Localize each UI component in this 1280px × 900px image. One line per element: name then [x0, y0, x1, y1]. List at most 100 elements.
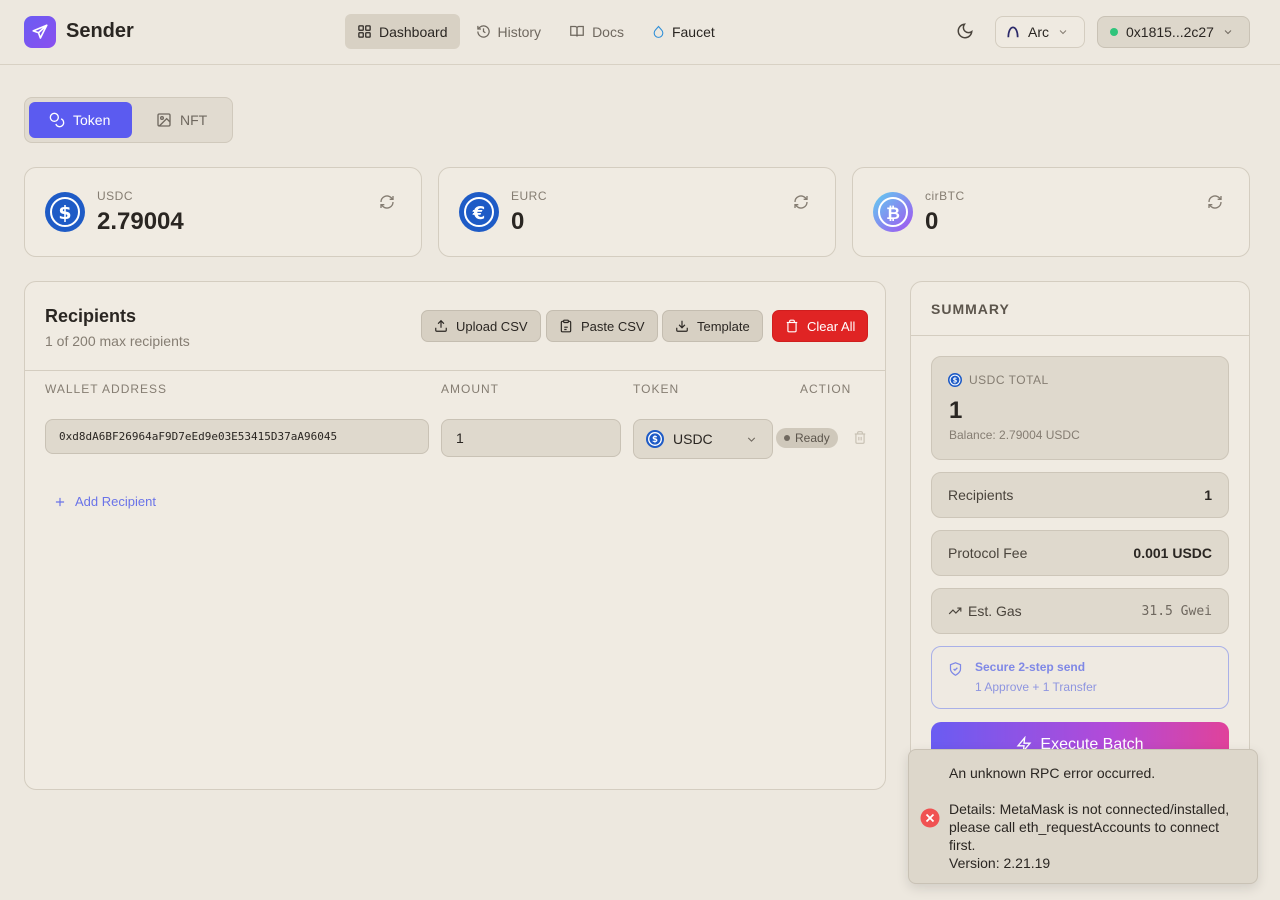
- token-select[interactable]: $ USDC: [633, 419, 773, 459]
- divider: [911, 335, 1249, 336]
- protocol-fee-label: Protocol Fee: [948, 545, 1028, 561]
- summary-title: SUMMARY: [931, 301, 1010, 317]
- trending-up-icon: [948, 607, 962, 615]
- wallet-address: 0x1815...2c27: [1126, 24, 1214, 40]
- eurc-icon: €: [459, 192, 499, 232]
- chain-selector[interactable]: Arc: [995, 16, 1085, 48]
- clear-all-button[interactable]: Clear All: [772, 310, 869, 342]
- balance-value: 2.79004: [97, 208, 184, 235]
- paste-csv-button[interactable]: Paste CSV: [546, 310, 658, 342]
- balance-card-usdc: $ USDC 2.79004: [24, 167, 422, 257]
- svg-text:$: $: [652, 435, 658, 445]
- gas-label-group: Est. Gas: [948, 603, 1022, 619]
- error-toast[interactable]: An unknown RPC error occurred. Details: …: [908, 749, 1258, 884]
- nav-faucet-label: Faucet: [671, 23, 715, 40]
- secure-subtitle: 1 Approve + 1 Transfer: [975, 680, 1097, 694]
- balance-symbol: USDC: [97, 189, 134, 203]
- clear-all-label: Clear All: [807, 318, 856, 334]
- brand-name: Sender: [66, 20, 134, 42]
- upload-csv-button[interactable]: Upload CSV: [421, 310, 541, 342]
- total-label-row: $ USDC TOTAL: [948, 373, 1049, 387]
- paste-csv-label: Paste CSV: [581, 318, 645, 334]
- status-label: Ready: [795, 431, 830, 445]
- main-nav: Dashboard History Docs Faucet: [345, 14, 727, 49]
- refresh-icon[interactable]: [379, 194, 395, 210]
- moon-icon: [957, 23, 973, 39]
- nav-history-label: History: [497, 23, 542, 40]
- download-icon: [676, 320, 688, 332]
- recipients-summary-row: Recipients 1: [931, 472, 1229, 518]
- nav-dashboard[interactable]: Dashboard: [345, 14, 460, 49]
- amount-input[interactable]: 1: [441, 419, 621, 457]
- send-icon: [32, 24, 48, 39]
- status-dot: [784, 435, 790, 441]
- clipboard-icon: [560, 319, 572, 333]
- secure-title: Secure 2-step send: [975, 660, 1086, 674]
- total-balance: Balance: 2.79004 USDC: [949, 428, 1080, 442]
- protocol-fee-value: 0.001 USDC: [1133, 545, 1212, 561]
- theme-toggle[interactable]: [956, 22, 974, 45]
- refresh-icon[interactable]: [1207, 194, 1223, 210]
- nav-faucet[interactable]: Faucet: [640, 14, 727, 49]
- column-header-address: WALLET ADDRESS: [45, 382, 168, 396]
- svg-text:€: €: [472, 203, 486, 224]
- balance-symbol: cirBTC: [925, 189, 965, 203]
- gas-value: 31.5 Gwei: [1141, 603, 1212, 619]
- column-header-amount: AMOUNT: [441, 382, 499, 396]
- total-label: USDC TOTAL: [969, 373, 1049, 387]
- tab-token[interactable]: Token: [29, 102, 132, 138]
- connection-status-dot: [1110, 28, 1118, 36]
- tab-nft[interactable]: NFT: [136, 102, 227, 138]
- chevron-down-icon: [747, 437, 756, 442]
- plus-icon: [55, 497, 65, 506]
- droplet-icon: [653, 25, 664, 38]
- divider: [25, 370, 885, 371]
- arc-icon: [1007, 26, 1019, 38]
- recipients-panel: Recipients 1 of 200 max recipients Uploa…: [24, 281, 886, 790]
- delete-row-icon[interactable]: [853, 430, 867, 445]
- chevron-down-icon: [1059, 30, 1067, 35]
- column-header-action: ACTION: [800, 382, 852, 396]
- nav-docs-label: Docs: [592, 23, 624, 40]
- image-icon: [157, 113, 171, 127]
- recipients-title: Recipients: [45, 306, 137, 326]
- add-recipient-label: Add Recipient: [75, 494, 156, 509]
- add-recipient-button[interactable]: Add Recipient: [53, 494, 156, 509]
- upload-icon: [435, 319, 447, 332]
- wallet-button[interactable]: 0x1815...2c27: [1097, 16, 1250, 48]
- secure-send-notice: Secure 2-step send 1 Approve + 1 Transfe…: [931, 646, 1229, 709]
- template-button[interactable]: Template: [662, 310, 763, 342]
- gas-row: Est. Gas 31.5 Gwei: [931, 588, 1229, 634]
- balance-value: 0: [511, 208, 525, 235]
- total-box: $ USDC TOTAL 1 Balance: 2.79004 USDC: [931, 356, 1229, 460]
- recipients-summary-label: Recipients: [948, 487, 1014, 503]
- balance-card-cirbtc: ₿ cirBTC 0: [852, 167, 1250, 257]
- svg-text:$: $: [953, 376, 958, 384]
- nav-docs[interactable]: Docs: [557, 14, 636, 49]
- total-value: 1: [949, 397, 963, 424]
- logo[interactable]: [24, 16, 56, 48]
- chevron-down-icon: [1224, 30, 1232, 35]
- top-header: Sender Dashboard History Docs Faucet Arc…: [0, 0, 1280, 65]
- column-header-token: TOKEN: [633, 382, 680, 396]
- tab-token-label: Token: [73, 112, 111, 128]
- coins-icon: [49, 112, 65, 128]
- grid-icon: [358, 25, 371, 38]
- refresh-icon[interactable]: [793, 194, 809, 210]
- nav-history[interactable]: History: [464, 14, 554, 49]
- wallet-address-input[interactable]: 0xd8dA6BF26964aF9D7eEd9e03E53415D37aA960…: [45, 419, 429, 454]
- balance-symbol: EURC: [511, 189, 548, 203]
- usdc-icon: $: [45, 192, 85, 232]
- template-label: Template: [697, 318, 750, 334]
- upload-csv-label: Upload CSV: [456, 318, 528, 334]
- tab-nft-label: NFT: [180, 112, 208, 128]
- shield-check-icon: [949, 662, 962, 676]
- balance-card-eurc: € EURC 0: [438, 167, 836, 257]
- summary-panel: SUMMARY $ USDC TOTAL 1 Balance: 2.79004 …: [910, 281, 1250, 790]
- recipients-count: 1 of 200 max recipients: [45, 333, 190, 349]
- svg-text:$: $: [58, 202, 71, 224]
- usdc-icon: $: [646, 430, 664, 448]
- usdc-icon: $: [948, 373, 962, 387]
- nav-dashboard-label: Dashboard: [379, 23, 448, 40]
- protocol-fee-row: Protocol Fee 0.001 USDC: [931, 530, 1229, 576]
